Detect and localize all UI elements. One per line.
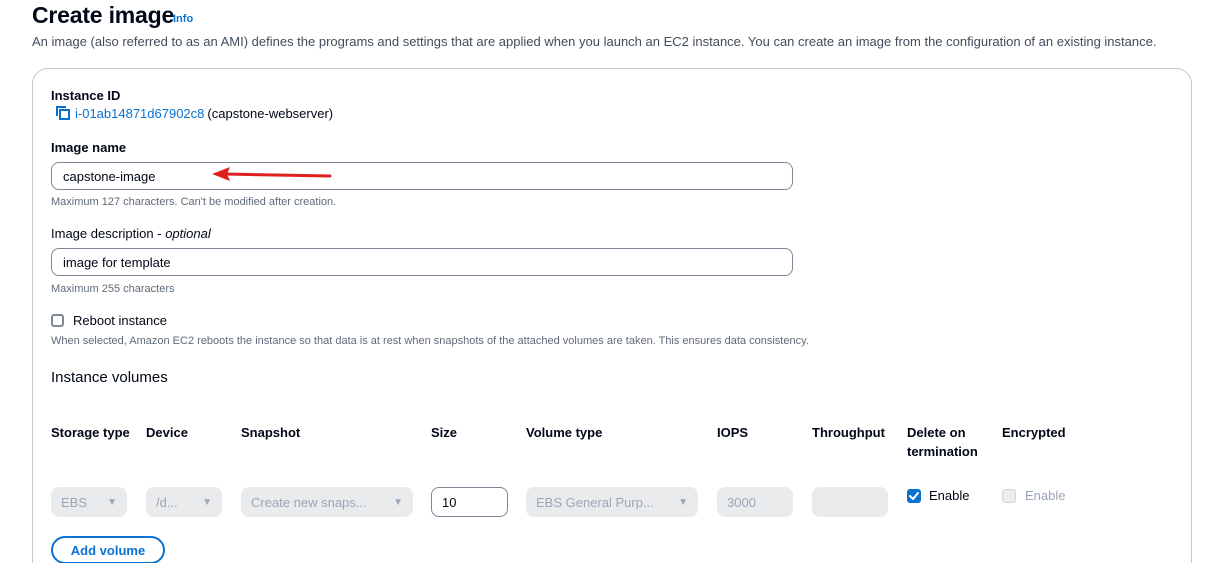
column-header-delete-on-termination: Delete on termination [907,425,978,459]
reboot-instance-label[interactable]: Reboot instance [73,313,167,328]
column-header-iops: IOPS [717,425,749,440]
volume-type-value: EBS General Purp... [536,494,654,510]
device-value: /d... [156,494,178,510]
image-description-label: Image description - optional [51,226,211,241]
storage-type-value: EBS [61,494,88,510]
page-title: Create image [32,2,175,28]
add-volume-button[interactable]: Add volume [51,536,165,563]
image-name-hint: Maximum 127 characters. Can't be modifie… [51,196,337,208]
caret-down-icon: ▼ [107,496,117,508]
storage-type-select: EBS ▼ [51,487,127,517]
caret-down-icon: ▼ [393,496,403,508]
image-description-label-text: Image description [51,226,154,241]
instance-id-link[interactable]: i-01ab14871d67902c8 [75,106,204,121]
throughput-input [812,487,888,517]
snapshot-value: Create new snaps... [251,494,367,510]
image-name-input[interactable] [51,162,793,190]
annotation-arrow [212,167,332,181]
column-header-volume-type: Volume type [526,425,603,440]
copy-icon[interactable] [55,105,71,121]
caret-down-icon: ▼ [202,496,212,508]
column-header-snapshot: Snapshot [241,425,301,440]
delete-on-termination-checkbox[interactable] [907,489,921,503]
iops-value: 3000 [727,494,756,510]
image-name-label: Image name [51,140,127,155]
encrypted-checkbox [1002,489,1016,503]
caret-down-icon: ▼ [678,496,688,508]
size-input[interactable] [431,487,508,517]
instance-name: (capstone-webserver) [207,105,334,121]
column-header-size: Size [431,425,458,440]
snapshot-select: Create new snaps... ▼ [241,487,413,517]
column-header-encrypted: Encrypted [1002,425,1066,440]
create-image-page: Create image Info An image (also referre… [0,0,1206,563]
volume-type-select: EBS General Purp... ▼ [526,487,698,517]
delete-on-termination-label[interactable]: Enable [929,488,969,503]
instance-volumes-title: Instance volumes [51,369,168,386]
reboot-instance-checkbox[interactable] [51,314,64,327]
checkmark-icon [909,492,919,500]
optional-tag: optional [165,226,211,241]
image-description-hint: Maximum 255 characters [51,283,175,295]
image-description-input[interactable] [51,248,793,276]
encrypted-label: Enable [1025,488,1066,503]
column-header-storage-type: Storage type [51,425,130,440]
instance-id-label: Instance ID [51,88,121,103]
column-header-throughput: Throughput [812,425,885,440]
column-header-device: Device [146,425,188,440]
page-description: An image (also referred to as an AMI) de… [32,34,1157,49]
iops-input: 3000 [717,487,793,517]
device-select: /d... ▼ [146,487,222,517]
info-link[interactable]: Info [173,13,193,25]
reboot-instance-hint: When selected, Amazon EC2 reboots the in… [51,335,809,347]
instance-id-row: i-01ab14871d67902c8 (capstone-webserver) [55,105,333,121]
